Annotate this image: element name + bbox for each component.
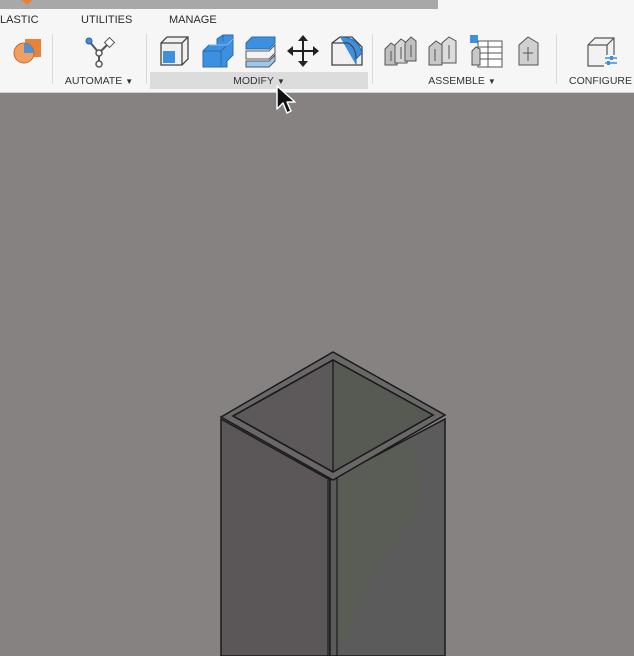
automate-tool-button[interactable]: [80, 32, 118, 70]
rigid-group-button[interactable]: [510, 32, 548, 70]
ribbon-toolbar: LASTIC UTILITIES MANAGE AUTOMATE ▼ MODIF…: [0, 0, 634, 93]
separator: [556, 34, 557, 84]
tab-manage[interactable]: MANAGE: [169, 14, 217, 26]
assemble-group-label[interactable]: ASSEMBLE ▼: [420, 73, 504, 89]
rectangular-tube-model[interactable]: [0, 93, 634, 656]
table-joint-icon: [470, 35, 503, 68]
chevron-down-icon: ▼: [487, 76, 496, 86]
modify-label: MODIFY: [233, 75, 274, 87]
automate-icon: [85, 36, 116, 68]
fillet-button[interactable]: [198, 32, 236, 70]
press-pull-icon: [160, 36, 189, 66]
app-logo-icon: [21, 0, 33, 5]
joint-icon: [384, 36, 417, 66]
configure-button[interactable]: [583, 32, 621, 70]
fillet-icon: [202, 34, 234, 68]
automate-group-label[interactable]: AUTOMATE ▼: [62, 73, 136, 89]
separator: [52, 34, 53, 84]
move-copy-button[interactable]: [284, 32, 322, 70]
tab-plastic[interactable]: LASTIC: [0, 14, 39, 26]
shell-icon: [245, 36, 276, 68]
as-built-joint-button[interactable]: [424, 32, 462, 70]
plastic-tool-button[interactable]: [8, 32, 46, 70]
chevron-down-icon: ▼: [125, 76, 134, 86]
plastic-rule-icon: [13, 39, 41, 64]
separator: [372, 34, 373, 84]
move-copy-icon: [287, 35, 319, 67]
as-built-joint-icon: [428, 36, 457, 66]
chamfer-button[interactable]: [327, 32, 365, 70]
table-joint-button[interactable]: [467, 32, 505, 70]
separator: [146, 34, 147, 84]
rigid-group-icon: [518, 36, 539, 66]
configure-group-label[interactable]: CONFIGURE▼: [566, 73, 634, 89]
press-pull-button[interactable]: [155, 32, 193, 70]
assemble-label: ASSEMBLE: [428, 75, 485, 87]
mouse-pointer-icon: [276, 85, 296, 114]
shell-button[interactable]: [241, 32, 279, 70]
modify-group-label[interactable]: MODIFY ▼: [150, 73, 368, 89]
title-strip-right: [438, 0, 634, 9]
chamfer-icon: [331, 36, 363, 66]
title-strip: [0, 0, 438, 9]
configure-label: CONFIGURE: [569, 75, 632, 87]
tab-utilities[interactable]: UTILITIES: [81, 14, 132, 26]
joint-button[interactable]: [381, 32, 419, 70]
3d-viewport[interactable]: [0, 93, 634, 656]
configure-icon: [587, 37, 618, 67]
automate-label: AUTOMATE: [64, 75, 123, 87]
